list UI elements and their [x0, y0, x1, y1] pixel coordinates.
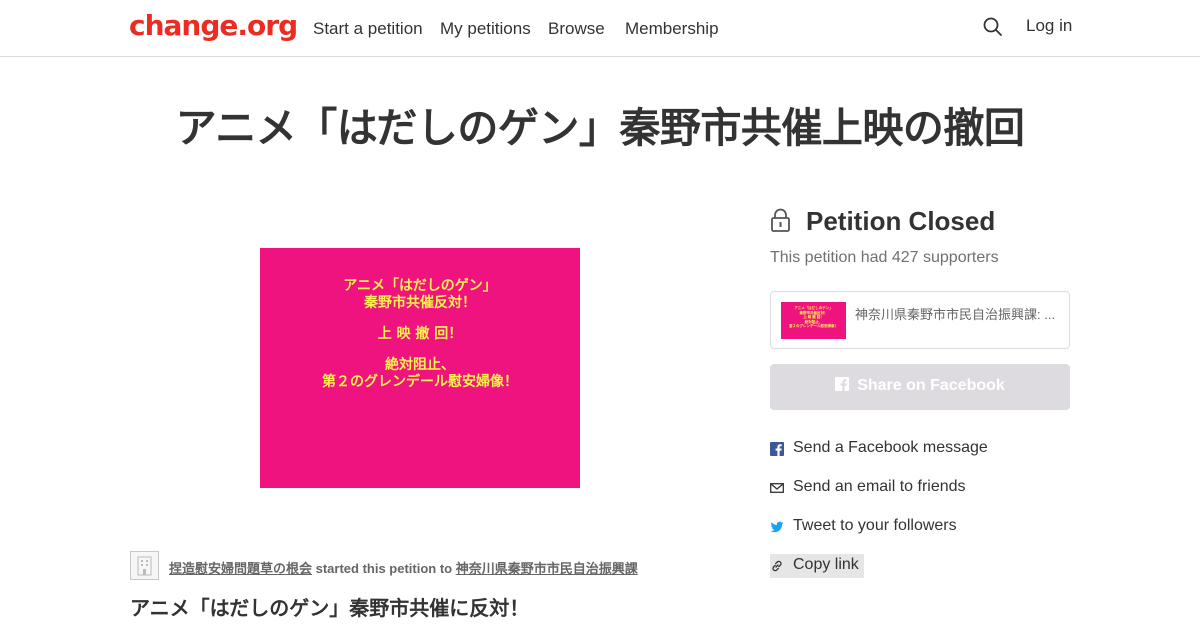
image-line: 上 映 撤 回！ [377, 326, 463, 342]
nav-my-petitions[interactable]: My petitions [440, 19, 531, 39]
petition-subheading: アニメ「はだしのゲン」秦野市共催に反対！ [130, 596, 530, 620]
supporters-count: This petition had 427 supporters [770, 249, 999, 266]
site-header: change.org Start a petition My petitions… [0, 0, 1200, 57]
share-preview-title: 神奈川県秦野市市民自治振興課: ... [855, 307, 1056, 322]
share-preview-card[interactable]: アニメ「はだしのゲン」 秦野市共催反対！ 上 映 撤 回！ 絶対阻止、 第２のグ… [770, 291, 1070, 349]
starter-name-link[interactable]: 捏造慰安婦問題草の根会 [169, 561, 312, 576]
link-icon [770, 559, 784, 573]
share-on-facebook-label: Share on Facebook [857, 377, 1005, 394]
send-facebook-message-label: Send a Facebook message [793, 439, 988, 456]
share-preview-thumbnail: アニメ「はだしのゲン」 秦野市共催反対！ 上 映 撤 回！ 絶対阻止、 第２のグ… [781, 302, 846, 339]
image-line-gap [260, 312, 580, 326]
decision-maker-link[interactable]: 神奈川県秦野市市民自治振興課 [456, 561, 638, 576]
envelope-icon [770, 481, 784, 495]
nav-start-petition[interactable]: Start a petition [313, 19, 423, 39]
nav-browse[interactable]: Browse [548, 19, 605, 39]
starter-connector-text: started this petition to [312, 561, 456, 576]
share-on-facebook-content: Share on Facebook [770, 377, 1070, 395]
copy-link-button[interactable]: Copy link [770, 554, 864, 578]
starter-line: 捏造慰安婦問題草の根会 started this petition to 神奈川… [169, 558, 638, 577]
petition-starter: 捏造慰安婦問題草の根会 started this petition to 神奈川… [130, 550, 730, 580]
facebook-icon [835, 377, 850, 391]
send-email-label: Send an email to friends [793, 478, 966, 495]
petition-title: アニメ「はだしのゲン」秦野市共催上映の撤回 [175, 104, 1025, 152]
image-line: アニメ「はだしのゲン」 [343, 278, 497, 294]
image-line-gap [260, 343, 580, 357]
tweet-label: Tweet to your followers [793, 517, 957, 534]
thumbnail-text: アニメ「はだしのゲン」 秦野市共催反対！ 上 映 撤 回！ 絶対阻止、 第２のグ… [781, 306, 846, 329]
image-line: 秦野市共催反対！ [364, 295, 476, 311]
share-on-facebook-button[interactable]: Share on Facebook [770, 364, 1070, 410]
change-org-logo[interactable]: change.org [129, 9, 298, 42]
closed-title: Petition Closed [806, 206, 996, 236]
copy-link-label: Copy link [793, 556, 859, 573]
nav-membership[interactable]: Membership [625, 19, 719, 39]
twitter-icon [770, 520, 784, 534]
login-link[interactable]: Log in [1026, 16, 1072, 36]
image-line: 第２のグレンデール慰安婦像！ [322, 374, 518, 390]
petition-image-text: アニメ「はだしのゲン」 秦野市共催反対！ 上 映 撤 回！ 絶対阻止、 第２のグ… [260, 278, 580, 391]
facebook-icon [770, 442, 784, 456]
building-avatar-icon [130, 551, 159, 580]
petition-status: Petition Closed [770, 206, 1070, 238]
lock-icon [770, 208, 791, 233]
thumb-line: 第２のグレンデール慰安婦像！ [789, 324, 838, 328]
image-line: 絶対阻止、 [385, 357, 455, 373]
petition-image: アニメ「はだしのゲン」 秦野市共催反対！ 上 映 撤 回！ 絶対阻止、 第２のグ… [260, 248, 580, 488]
search-icon[interactable] [982, 16, 1004, 38]
